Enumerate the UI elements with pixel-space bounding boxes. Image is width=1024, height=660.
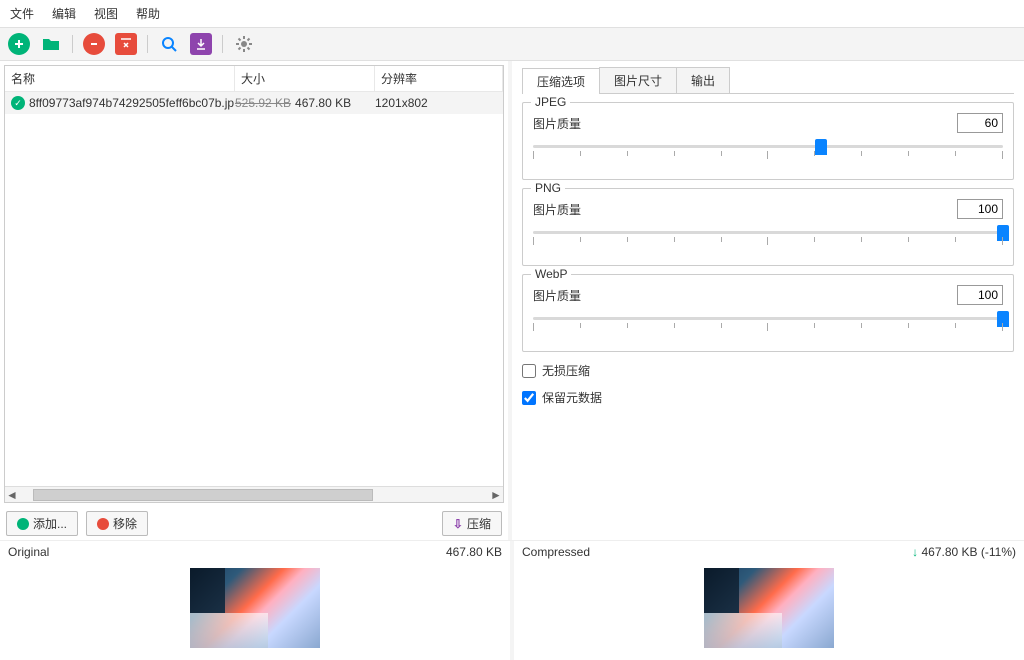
col-res[interactable]: 分辨率 <box>375 66 503 91</box>
settings-button[interactable] <box>233 33 255 55</box>
toolbar <box>0 27 1024 61</box>
menu-edit[interactable]: 编辑 <box>52 5 76 22</box>
lossless-label: 无损压缩 <box>542 362 590 379</box>
compressed-size: 467.80 KB (-11%) <box>922 545 1017 559</box>
file-name: 8ff09773af974b74292505feff6bc07b.jp <box>29 96 234 110</box>
preview-button[interactable] <box>158 33 180 55</box>
jpeg-title: JPEG <box>531 95 570 109</box>
add-files-button[interactable] <box>8 33 30 55</box>
png-quality-label: 图片质量 <box>533 201 949 218</box>
separator <box>222 35 223 53</box>
webp-quality-label: 图片质量 <box>533 287 949 304</box>
original-label: Original <box>8 545 49 559</box>
file-list-panel: 名称 大小 分辨率 ✓ 8ff09773af974b74292505feff6bc… <box>0 61 512 540</box>
status-ok-icon: ✓ <box>11 96 25 110</box>
compress-button[interactable] <box>190 33 212 55</box>
scrollbar-thumb[interactable] <box>33 489 373 501</box>
webp-group: WebP 图片质量 <box>522 274 1014 352</box>
tabs: 压缩选项 图片尺寸 输出 <box>522 67 1014 94</box>
menu-help[interactable]: 帮助 <box>136 5 160 22</box>
new-size: 467.80 KB <box>295 96 351 110</box>
webp-quality-slider[interactable] <box>533 313 1003 335</box>
col-name[interactable]: 名称 <box>5 66 235 91</box>
clear-all-button[interactable] <box>115 33 137 55</box>
lossless-row: 无损压缩 <box>522 362 1014 379</box>
webp-title: WebP <box>531 267 571 281</box>
menubar: 文件 编辑 视图 帮助 <box>0 0 1024 27</box>
options-panel: 压缩选项 图片尺寸 输出 JPEG 图片质量 PNG 图片质量 WebP 图片质… <box>512 61 1024 540</box>
compressed-thumbnail[interactable] <box>704 568 834 648</box>
table-header: 名称 大小 分辨率 <box>5 66 503 92</box>
webp-quality-input[interactable] <box>957 285 1003 305</box>
resolution: 1201x802 <box>375 96 497 110</box>
jpeg-quality-input[interactable] <box>957 113 1003 133</box>
compress-button[interactable]: ⇩压缩 <box>442 511 502 536</box>
action-row: 添加... 移除 ⇩压缩 <box>0 507 508 540</box>
jpeg-quality-label: 图片质量 <box>533 115 949 132</box>
open-folder-button[interactable] <box>40 33 62 55</box>
metadata-row: 保留元数据 <box>522 389 1014 406</box>
scroll-left-icon[interactable]: ◄ <box>5 488 19 502</box>
table-row[interactable]: ✓ 8ff09773af974b74292505feff6bc07b.jp 525… <box>5 92 503 114</box>
jpeg-quality-slider[interactable] <box>533 141 1003 163</box>
compressed-preview: Compressed ↓ 467.80 KB (-11%) <box>514 541 1024 660</box>
tab-image-size[interactable]: 图片尺寸 <box>599 67 677 93</box>
tab-compress-options[interactable]: 压缩选项 <box>522 68 600 94</box>
jpeg-group: JPEG 图片质量 <box>522 102 1014 180</box>
orig-size: 525.92 KB <box>235 96 291 110</box>
separator <box>147 35 148 53</box>
compressed-label: Compressed <box>522 545 590 559</box>
remove-button[interactable]: 移除 <box>86 511 148 536</box>
horizontal-scrollbar[interactable]: ◄ ► <box>5 486 503 502</box>
file-table: 名称 大小 分辨率 ✓ 8ff09773af974b74292505feff6bc… <box>4 65 504 503</box>
metadata-label: 保留元数据 <box>542 389 602 406</box>
original-thumbnail[interactable] <box>190 568 320 648</box>
main-area: 名称 大小 分辨率 ✓ 8ff09773af974b74292505feff6bc… <box>0 61 1024 540</box>
plus-icon <box>17 518 29 530</box>
preview-panel: Original 467.80 KB Compressed ↓ 467.80 KB … <box>0 540 1024 660</box>
remove-button[interactable] <box>83 33 105 55</box>
col-size[interactable]: 大小 <box>235 66 375 91</box>
original-preview: Original 467.80 KB <box>0 541 514 660</box>
lossless-checkbox[interactable] <box>522 364 536 378</box>
scroll-right-icon[interactable]: ► <box>489 488 503 502</box>
png-title: PNG <box>531 181 565 195</box>
add-button[interactable]: 添加... <box>6 511 78 536</box>
png-quality-input[interactable] <box>957 199 1003 219</box>
minus-icon <box>97 518 109 530</box>
separator <box>72 35 73 53</box>
menu-view[interactable]: 视图 <box>94 5 118 22</box>
tab-output[interactable]: 输出 <box>676 67 730 93</box>
original-size: 467.80 KB <box>446 545 502 559</box>
menu-file[interactable]: 文件 <box>10 5 34 22</box>
png-quality-slider[interactable] <box>533 227 1003 249</box>
compress-icon: ⇩ <box>453 517 463 531</box>
png-group: PNG 图片质量 <box>522 188 1014 266</box>
down-arrow-icon: ↓ <box>912 545 921 559</box>
metadata-checkbox[interactable] <box>522 391 536 405</box>
